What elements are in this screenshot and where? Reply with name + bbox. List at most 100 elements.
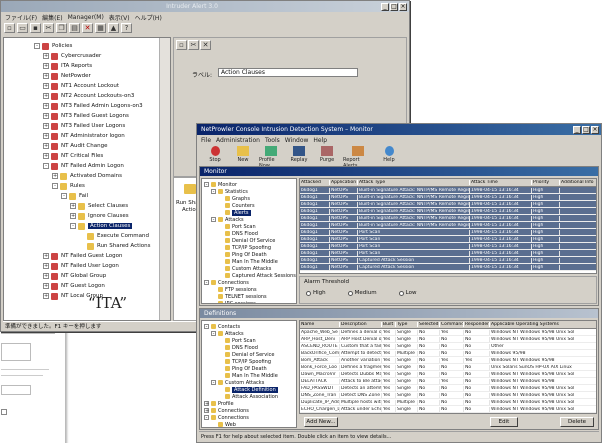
minimize-button[interactable]: _ — [381, 2, 389, 11]
delete-button[interactable]: Delete — [560, 417, 594, 427]
purge-button[interactable]: Purge — [315, 146, 339, 163]
expander-icon[interactable] — [218, 210, 223, 215]
policy-tree-item[interactable]: - Fail — [34, 191, 170, 201]
alert-column-header[interactable]: Attack Time — [470, 180, 532, 185]
expander-icon[interactable] — [79, 233, 85, 239]
alert-column-header[interactable]: Application — [330, 180, 358, 185]
expander-icon[interactable]: + — [43, 113, 49, 119]
expander-icon[interactable]: - — [211, 331, 216, 337]
alert-column-header[interactable]: Attacked — [300, 180, 330, 185]
detail-new-icon[interactable]: ▫ — [176, 40, 187, 50]
definition-column-header[interactable]: Applicable Operating Systems — [490, 322, 596, 327]
expander-icon[interactable]: + — [43, 53, 49, 59]
expander-icon[interactable]: - — [34, 43, 40, 49]
alert-row[interactable]: bkdog1 NetOPS Captured Attack Session 1998-… — [300, 264, 596, 271]
expander-icon[interactable]: + — [43, 153, 49, 159]
policy-tree-item[interactable]: + NT Audit Change — [34, 141, 170, 151]
expander-icon[interactable] — [211, 422, 216, 427]
expander-icon[interactable] — [218, 338, 223, 343]
expander-icon[interactable]: + — [43, 83, 49, 89]
definition-row[interactable]: DNS_Zone_Tran Detect DNS Zone Tr Yes Single… — [300, 392, 596, 399]
policy-tree-item[interactable]: + ITA Reports — [34, 61, 170, 71]
maximize-button[interactable]: □ — [390, 2, 398, 11]
monitor-tree-item[interactable]: FTP sessions — [204, 286, 296, 293]
definition-row[interactable]: Apache_Web_Se Defines a denial of Yes Singl… — [300, 329, 596, 336]
expander-icon[interactable]: + — [43, 273, 49, 279]
expander-icon[interactable] — [211, 301, 216, 303]
policy-tree-item[interactable]: + Ignore Clauses — [34, 211, 170, 221]
monitor-tree-item[interactable]: - Monitor — [204, 181, 296, 188]
policy-tree-item[interactable]: + NT3 Failed Admin Logons-on3 — [34, 101, 170, 111]
definitions-tree-item[interactable]: - Attacks — [204, 330, 296, 337]
expander-icon[interactable]: + — [43, 133, 49, 139]
expander-icon[interactable]: - — [211, 380, 216, 386]
definitions-tree-item[interactable]: + Connections — [204, 407, 296, 414]
open-icon[interactable]: ▭ — [17, 23, 28, 33]
monitor-tree-item[interactable]: Alerts — [204, 209, 296, 216]
expander-icon[interactable]: + — [43, 73, 49, 79]
alert-row[interactable]: bkdog1 NetOPS Built-in Signature Attack: N… — [300, 222, 596, 229]
expander-icon[interactable]: - — [43, 163, 49, 169]
alert-row[interactable]: bkdog1 NetOPS Port Scan 1998-04-15 13:16:34… — [300, 229, 596, 236]
policy-tree-item[interactable]: + NT Administrator logon — [34, 131, 170, 141]
policy-tree-item[interactable]: + NT Failed Guest Logon — [34, 251, 170, 261]
new-button[interactable]: New — [231, 146, 255, 163]
expander-icon[interactable]: + — [43, 253, 49, 259]
help-button[interactable]: Help — [377, 146, 401, 163]
close-button[interactable]: × — [399, 2, 407, 11]
policy-tree-item[interactable]: + Cybercrusader — [34, 51, 170, 61]
expander-icon[interactable] — [218, 394, 223, 399]
expander-icon[interactable]: + — [43, 283, 49, 289]
save-icon[interactable]: ▪ — [30, 23, 41, 33]
definition-row[interactable]: Bom_Attack Another variation of Yes Single N… — [300, 357, 596, 364]
add-new-button[interactable]: Add New... — [304, 417, 338, 427]
expander-icon[interactable] — [218, 273, 223, 278]
expander-icon[interactable] — [211, 294, 216, 299]
detail-cut-icon[interactable]: ✂ — [188, 40, 199, 50]
definitions-tree-item[interactable]: Web — [204, 421, 296, 427]
expander-icon[interactable]: + — [43, 63, 49, 69]
definition-row[interactable]: Ejection_Flow_DatRecords variation ofYes… — [300, 413, 596, 414]
definition-row[interactable]: BackOrifice_ComAttempt to detect BaYesMu… — [300, 350, 596, 357]
front-minimize-button[interactable]: _ — [573, 125, 581, 134]
expander-icon[interactable] — [218, 352, 223, 357]
expander-icon[interactable] — [218, 345, 223, 350]
definition-column-header[interactable]: Built — [382, 322, 396, 327]
threshold-low-radio[interactable]: Low — [398, 290, 417, 296]
alert-row[interactable]: bkdog1 NetOPS Built-in Signature Attack: N… — [300, 201, 596, 208]
monitor-tree-item[interactable]: Counters — [204, 202, 296, 209]
expander-icon[interactable]: + — [43, 93, 49, 99]
expander-icon[interactable] — [218, 203, 223, 208]
menu-view[interactable]: 表示(V) — [109, 13, 130, 22]
policy-tree-item[interactable]: + Activated Domains — [34, 171, 170, 181]
replay-button[interactable]: Replay — [287, 146, 311, 163]
expander-icon[interactable]: + — [204, 408, 209, 414]
definition-row[interactable]: Bonk_Force_LooDefines a fragmentedYesSin… — [300, 364, 596, 371]
alert-row[interactable]: bkdog1 NetOPS Built-in Signature Attack: N… — [300, 187, 596, 194]
monitor-tree-item[interactable]: Denial Of Service — [204, 237, 296, 244]
menu-file[interactable]: ファイル(F) — [5, 13, 37, 22]
monitor-tree-item[interactable]: IRC sessions — [204, 300, 296, 303]
definition-column-header[interactable]: Name — [300, 322, 340, 327]
expander-icon[interactable]: - — [211, 189, 216, 195]
expander-icon[interactable]: + — [204, 401, 209, 407]
definition-row[interactable]: ARP_Host_Deni ARP Host Denial of Yes Single… — [300, 336, 596, 343]
copy-icon[interactable]: ❐ — [56, 23, 67, 33]
detail-delete-icon[interactable]: ✕ — [200, 40, 211, 50]
expander-icon[interactable] — [218, 366, 223, 371]
expander-icon[interactable] — [211, 287, 216, 292]
expander-icon[interactable] — [218, 238, 223, 243]
policy-tree-scrollbar[interactable] — [159, 38, 170, 320]
definition-row[interactable]: Duplicate_IP_Add Multiple hosts with t Yes… — [300, 399, 596, 406]
expander-icon[interactable] — [218, 245, 223, 250]
expander-icon[interactable]: + — [43, 143, 49, 149]
expander-icon[interactable]: + — [52, 173, 58, 179]
expander-icon[interactable] — [218, 196, 223, 201]
monitor-tree-item[interactable]: Man In The Middle — [204, 258, 296, 265]
expander-icon[interactable]: - — [52, 183, 58, 189]
expander-icon[interactable]: + — [70, 213, 76, 219]
alert-row[interactable]: bkdog1 NetOPS Port Scan 1998-04-15 13:16:34… — [300, 236, 596, 243]
menu-administration[interactable]: Administration — [216, 137, 260, 144]
definition-column-header[interactable]: Type — [396, 322, 418, 327]
alert-row[interactable]: bkdog1 NetOPS Port Scan 1998-04-15 13:16:34… — [300, 250, 596, 257]
